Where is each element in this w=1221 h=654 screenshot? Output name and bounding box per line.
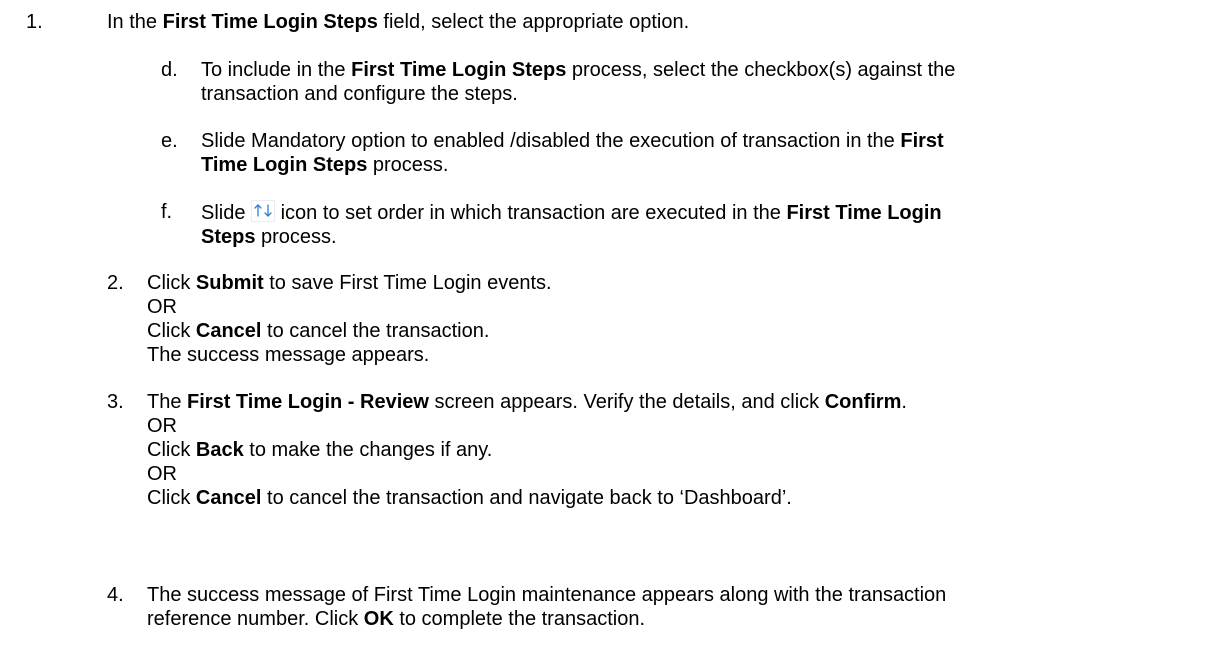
step-text: The First Time Login - Review screen app… xyxy=(147,391,907,509)
step-text: The success message of First Time Login … xyxy=(147,584,947,630)
step-number: 3. xyxy=(107,391,124,413)
step-number: 1. xyxy=(26,11,43,33)
cancel-label: Cancel xyxy=(195,320,262,342)
document-page: { "step1": { "number": "1.", "t1": "In t… xyxy=(0,0,1221,654)
back-label: Back xyxy=(195,439,244,461)
sub-step-letter: d. xyxy=(161,59,178,81)
ok-label: OK xyxy=(363,608,394,630)
step-text: In the First Time Login Steps field, sel… xyxy=(107,11,690,33)
cancel-label: Cancel xyxy=(195,487,262,509)
step-text: Click Submit to save First Time Login ev… xyxy=(147,272,552,366)
sub-step-letter: f. xyxy=(161,201,173,223)
step-number: 2. xyxy=(107,272,124,294)
sub-step-text: Slide icon to set order in which transac… xyxy=(201,200,942,248)
sub-step-letter: e. xyxy=(161,130,178,152)
submit-label: Submit xyxy=(195,272,264,294)
confirm-label: Confirm xyxy=(824,391,902,413)
step-number: 4. xyxy=(107,584,124,606)
field-name: First Time Login Steps xyxy=(162,11,378,33)
up-down-arrows-icon xyxy=(251,200,276,222)
sub-step-text: To include in the First Time Login Steps… xyxy=(201,59,956,105)
sub-step-text: Slide Mandatory option to enabled /disab… xyxy=(201,130,944,176)
